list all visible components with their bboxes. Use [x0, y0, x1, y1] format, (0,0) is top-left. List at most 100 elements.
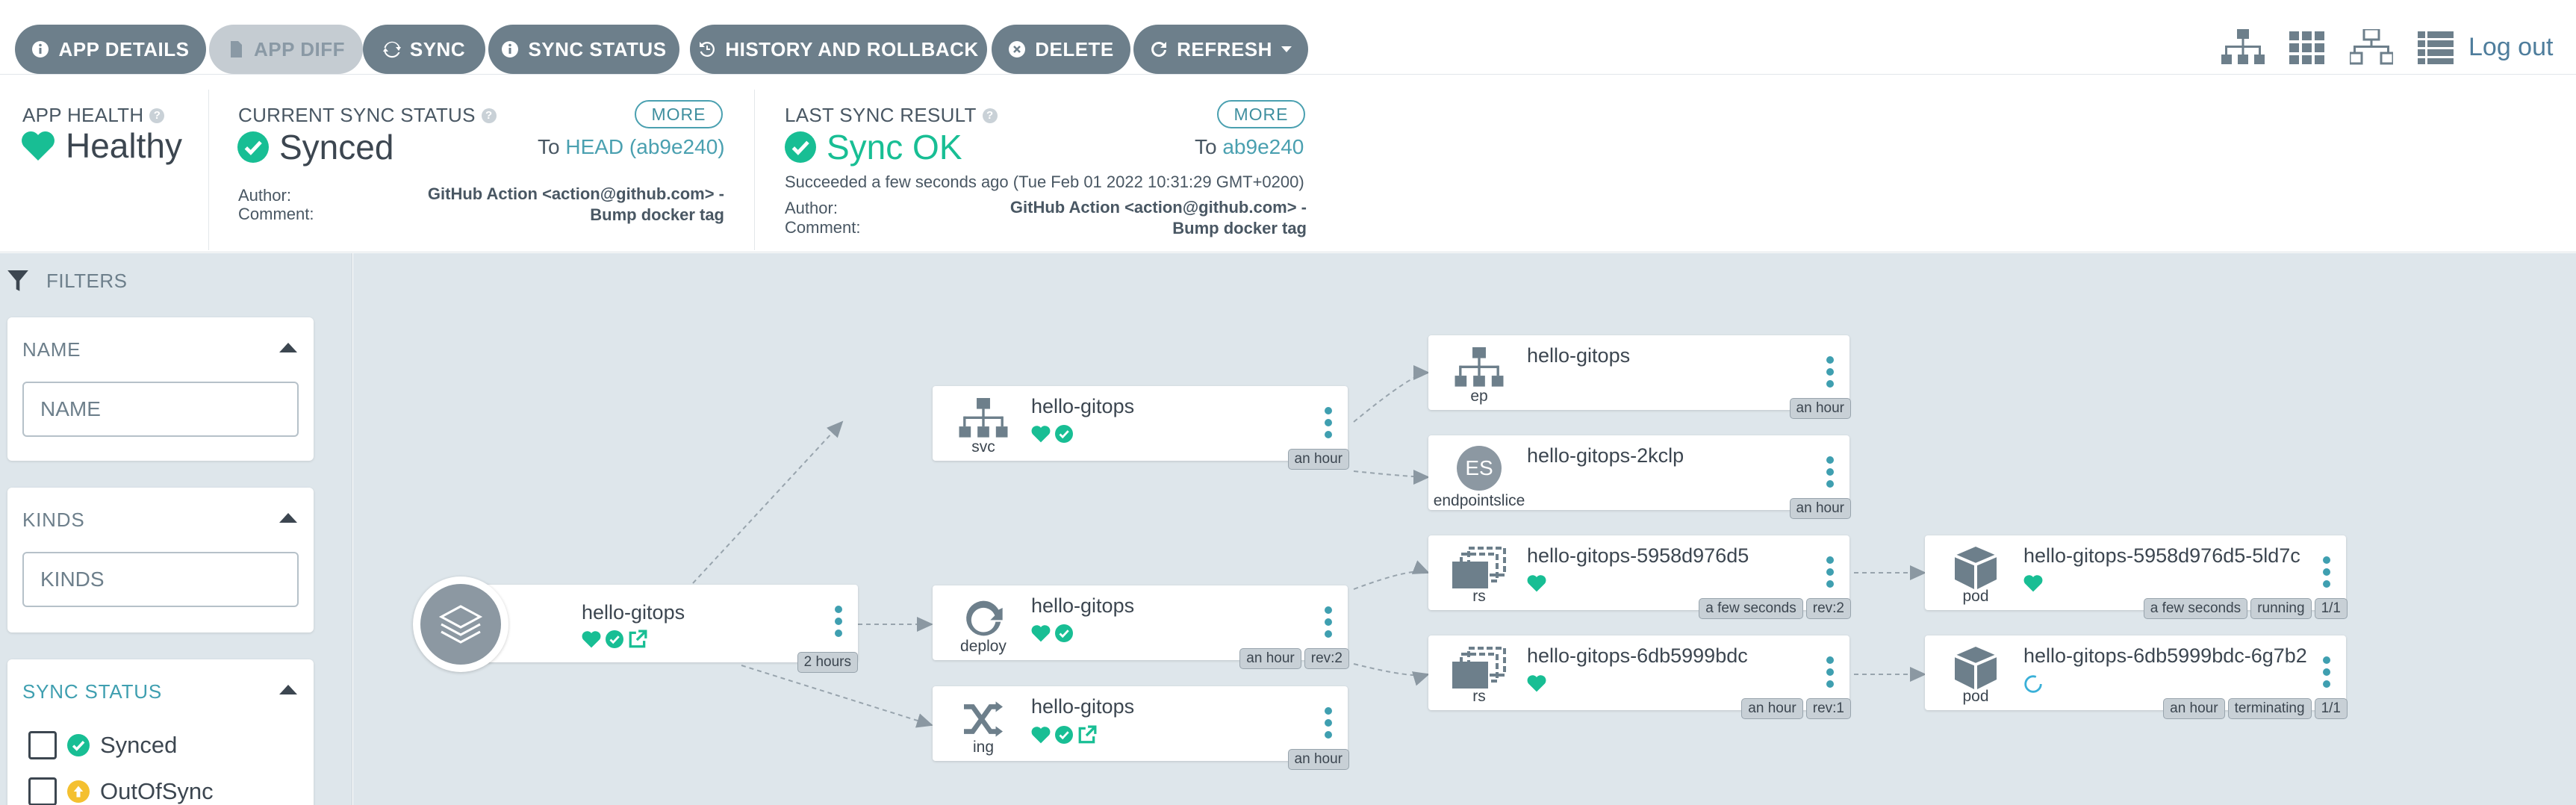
app-details-button[interactable]: APP DETAILS [15, 25, 206, 74]
age-tag: an hour [1741, 698, 1803, 719]
node-menu-icon[interactable] [1324, 606, 1333, 638]
heart-icon [1031, 727, 1051, 744]
question-icon[interactable]: ? [149, 108, 165, 123]
node-menu-icon[interactable] [834, 606, 843, 637]
question-icon[interactable]: ? [982, 108, 998, 123]
sync-target: To HEAD (ab9e240) [538, 135, 725, 159]
age-tag: 2 hours [797, 652, 858, 673]
revision-tag: rev:2 [1805, 598, 1851, 619]
app-diff-button[interactable]: APP DIFF [209, 25, 363, 74]
sync-more-button[interactable]: MORE [635, 100, 723, 128]
last-sync-revision-link[interactable]: ab9e240 [1222, 135, 1304, 158]
sync-status-filter-card: SYNC STATUS Synced OutOfSync [7, 659, 314, 805]
list-view-icon[interactable] [2413, 27, 2458, 69]
node-menu-icon[interactable] [1826, 656, 1835, 688]
app-node[interactable]: hello-gitops 2 hours [470, 585, 858, 673]
resource-node-rs[interactable]: rs hello-gitops-5958d976d5 a few seconds… [1428, 535, 1851, 619]
last-sync-comment-label: Comment: [785, 218, 861, 237]
revision-tag: rev:1 [1805, 698, 1851, 719]
history-icon [700, 41, 715, 57]
check-circle-icon [237, 131, 269, 163]
pods-view-icon[interactable] [2285, 27, 2330, 69]
times-circle-icon [1009, 41, 1026, 58]
external-link-icon[interactable] [628, 630, 647, 649]
filter-option-synced[interactable]: Synced [28, 731, 177, 759]
filters-header[interactable]: FILTERS [7, 270, 127, 293]
node-status [1031, 624, 1073, 642]
check-circle-icon [67, 734, 90, 756]
collapse-caret-icon[interactable] [279, 685, 297, 694]
external-link-icon[interactable] [1077, 725, 1097, 745]
resource-node-pod[interactable]: pod hello-gitops-6db5999bdc-6g7b2 an hou… [1925, 635, 2348, 719]
delete-button[interactable]: DELETE [992, 25, 1130, 74]
node-menu-icon[interactable] [2322, 556, 2331, 588]
resource-node-svc[interactable]: svc hello-gitops an hour [933, 386, 1349, 470]
heart-icon [1527, 575, 1546, 592]
node-menu-icon[interactable] [1826, 556, 1835, 588]
logout-link[interactable]: Log out [2468, 33, 2553, 62]
sync-revision-link[interactable]: HEAD (ab9e240) [565, 135, 724, 158]
resource-node-deploy[interactable]: deploy hello-gitops an hour rev:2 [933, 585, 1349, 669]
info-circle-icon [502, 41, 519, 58]
node-menu-icon[interactable] [1826, 456, 1835, 488]
history-rollback-button[interactable]: HISTORY AND ROLLBACK [690, 25, 987, 74]
last-sync-heading: LAST SYNC RESULT ? [785, 104, 998, 127]
revision-tag: rev:2 [1304, 648, 1349, 669]
resource-node-pod[interactable]: pod hello-gitops-5958d976d5-5ld7c a few … [1925, 535, 2348, 619]
deployment-icon [953, 596, 1013, 641]
app-health-heading: APP HEALTH ? [22, 104, 165, 127]
current-sync-heading: CURRENT SYNC STATUS ? [238, 104, 497, 127]
node-tags: 2 hours [797, 652, 858, 673]
last-sync-text: Sync OK [827, 128, 962, 167]
resource-node-endpointslice[interactable]: ES endpointslice hello-gitops-2kclp an h… [1428, 435, 1851, 519]
status-divider [754, 90, 755, 250]
node-menu-icon[interactable] [2322, 656, 2331, 688]
node-kind: svc [971, 438, 995, 456]
node-status [1031, 725, 1097, 745]
question-icon[interactable]: ? [481, 108, 497, 123]
collapse-caret-icon[interactable] [279, 343, 297, 352]
app-diff-label: APP DIFF [254, 37, 345, 60]
refresh-button[interactable]: REFRESH [1133, 25, 1308, 74]
age-tag: an hour [1287, 449, 1349, 470]
check-circle-icon [785, 131, 816, 163]
checkbox[interactable] [28, 731, 57, 759]
node-status [1031, 425, 1073, 443]
filter-option-outofsync[interactable]: OutOfSync [28, 777, 214, 805]
resource-node-ing[interactable]: ing hello-gitops an hour [933, 686, 1349, 770]
history-rollback-label: HISTORY AND ROLLBACK [725, 37, 979, 60]
sync-button[interactable]: SYNC [363, 25, 485, 74]
sync-label: SYNC [409, 37, 466, 60]
last-sync-more-button[interactable]: MORE [1217, 100, 1305, 128]
heart-icon [1527, 675, 1546, 692]
checkbox[interactable] [28, 777, 57, 805]
node-tags: an hour [1789, 398, 1851, 419]
collapse-caret-icon[interactable] [279, 513, 297, 523]
resource-node-ep[interactable]: ep hello-gitops an hour [1428, 335, 1851, 419]
tree-view-icon[interactable] [2221, 27, 2265, 69]
heart-icon [582, 631, 601, 648]
node-menu-icon[interactable] [1324, 407, 1333, 438]
resource-node-rs[interactable]: rs hello-gitops-6db5999bdc an hour rev:1 [1428, 635, 1851, 719]
sync-icon [382, 41, 401, 58]
node-kind: ep [1470, 388, 1488, 405]
arrow-circle-up-icon [67, 780, 90, 803]
node-status [2023, 674, 2043, 694]
network-view-icon[interactable] [2349, 27, 2394, 69]
ready-count-tag: 1/1 [2314, 598, 2348, 619]
age-tag: an hour [1789, 398, 1851, 419]
sync-author-label: Author: [238, 186, 291, 205]
name-filter-input[interactable]: NAME [22, 382, 299, 437]
kinds-filter-input[interactable]: KINDS [22, 552, 299, 607]
status-divider [208, 90, 209, 250]
health-text: Healthy [66, 126, 182, 165]
node-name: hello-gitops-5958d976d5 [1527, 544, 1749, 567]
sync-status-button[interactable]: SYNC STATUS [488, 25, 679, 74]
node-tags: an hour [1789, 498, 1851, 519]
age-tag: a few seconds [2143, 598, 2248, 619]
app-health-value: Healthy [21, 125, 182, 166]
node-name: hello-gitops [1031, 395, 1135, 417]
file-icon [231, 41, 242, 58]
node-menu-icon[interactable] [1324, 707, 1333, 739]
node-menu-icon[interactable] [1826, 356, 1835, 388]
